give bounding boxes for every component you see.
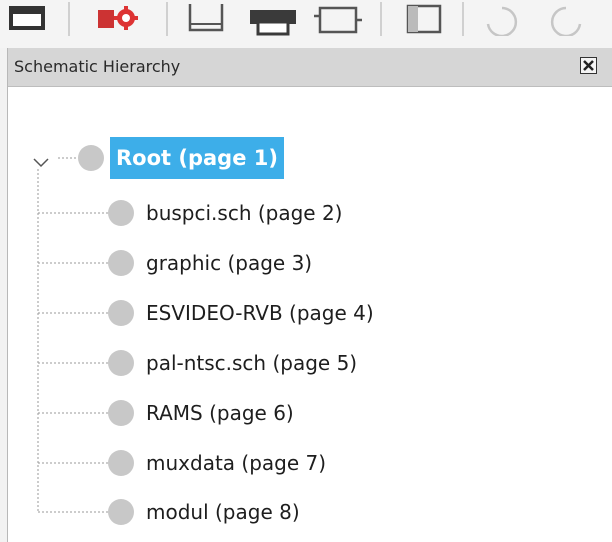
- tree-item[interactable]: RAMS (page 6): [146, 400, 294, 426]
- schematic-hierarchy-panel: Schematic Hierarchy Root (page 1) buspci…: [7, 48, 612, 542]
- annotate-gear-icon[interactable]: [96, 0, 148, 32]
- tree-item[interactable]: muxdata (page 7): [146, 450, 326, 476]
- bullet-icon: [108, 250, 134, 276]
- tree-item[interactable]: buspci.sch (page 2): [146, 200, 342, 226]
- hierarchy-tree: Root (page 1) buspci.sch (page 2) graphi…: [8, 87, 612, 542]
- panel-title: Schematic Hierarchy: [14, 57, 181, 76]
- bullet-icon: [108, 350, 134, 376]
- sidebar-icon[interactable]: [404, 0, 444, 36]
- root-bullet-icon: [78, 145, 104, 171]
- tree-item[interactable]: pal-ntsc.sch (page 5): [146, 350, 357, 376]
- expand-collapse-icon[interactable]: [32, 154, 50, 173]
- bullet-icon: [108, 450, 134, 476]
- toolbar: [0, 0, 612, 48]
- tree-item[interactable]: ESVIDEO-RVB (page 4): [146, 300, 374, 326]
- window-icon[interactable]: [8, 0, 46, 30]
- print-icon[interactable]: [248, 0, 298, 36]
- bullet-icon: [108, 300, 134, 326]
- undo-icon[interactable]: [480, 0, 524, 36]
- bullet-icon: [108, 400, 134, 426]
- hierarchy-sheet-icon[interactable]: [186, 0, 226, 36]
- panel-header: Schematic Hierarchy: [8, 48, 612, 87]
- tree-item[interactable]: modul (page 8): [146, 499, 300, 525]
- bullet-icon: [108, 200, 134, 226]
- sheet-pins-icon[interactable]: [312, 0, 364, 36]
- tree-item-root[interactable]: Root (page 1): [110, 137, 284, 179]
- tree-item[interactable]: graphic (page 3): [146, 250, 312, 276]
- bullet-icon: [108, 499, 134, 525]
- close-icon[interactable]: [580, 57, 597, 74]
- redo-icon[interactable]: [544, 0, 588, 36]
